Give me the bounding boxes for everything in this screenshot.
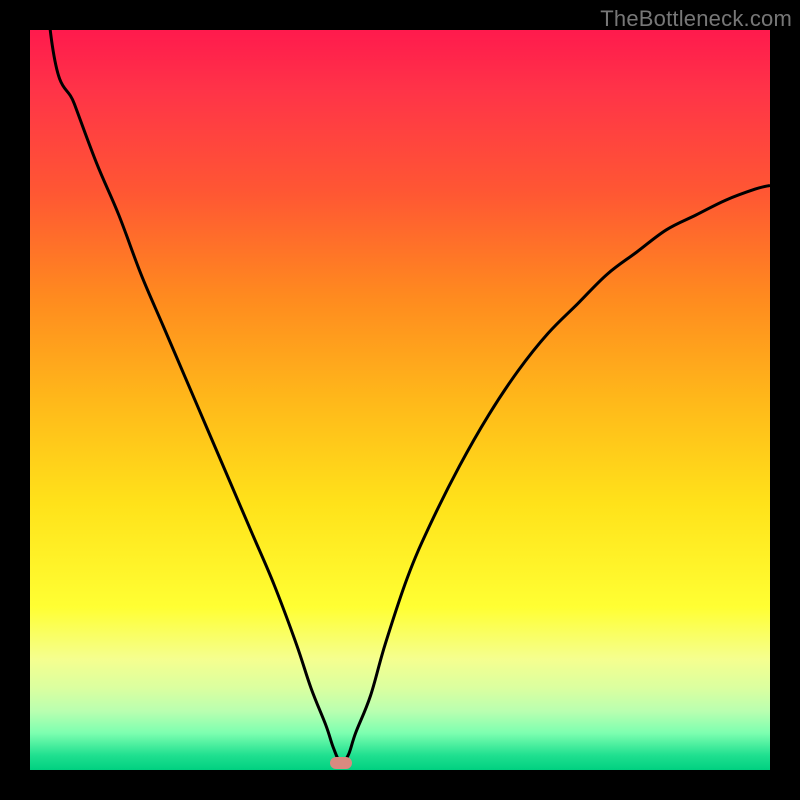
optimal-marker: [330, 757, 352, 769]
bottleneck-curve: [30, 30, 770, 763]
plot-area: [30, 30, 770, 770]
watermark: TheBottleneck.com: [600, 6, 792, 32]
curve-svg: [30, 30, 770, 770]
chart-frame: TheBottleneck.com: [0, 0, 800, 800]
